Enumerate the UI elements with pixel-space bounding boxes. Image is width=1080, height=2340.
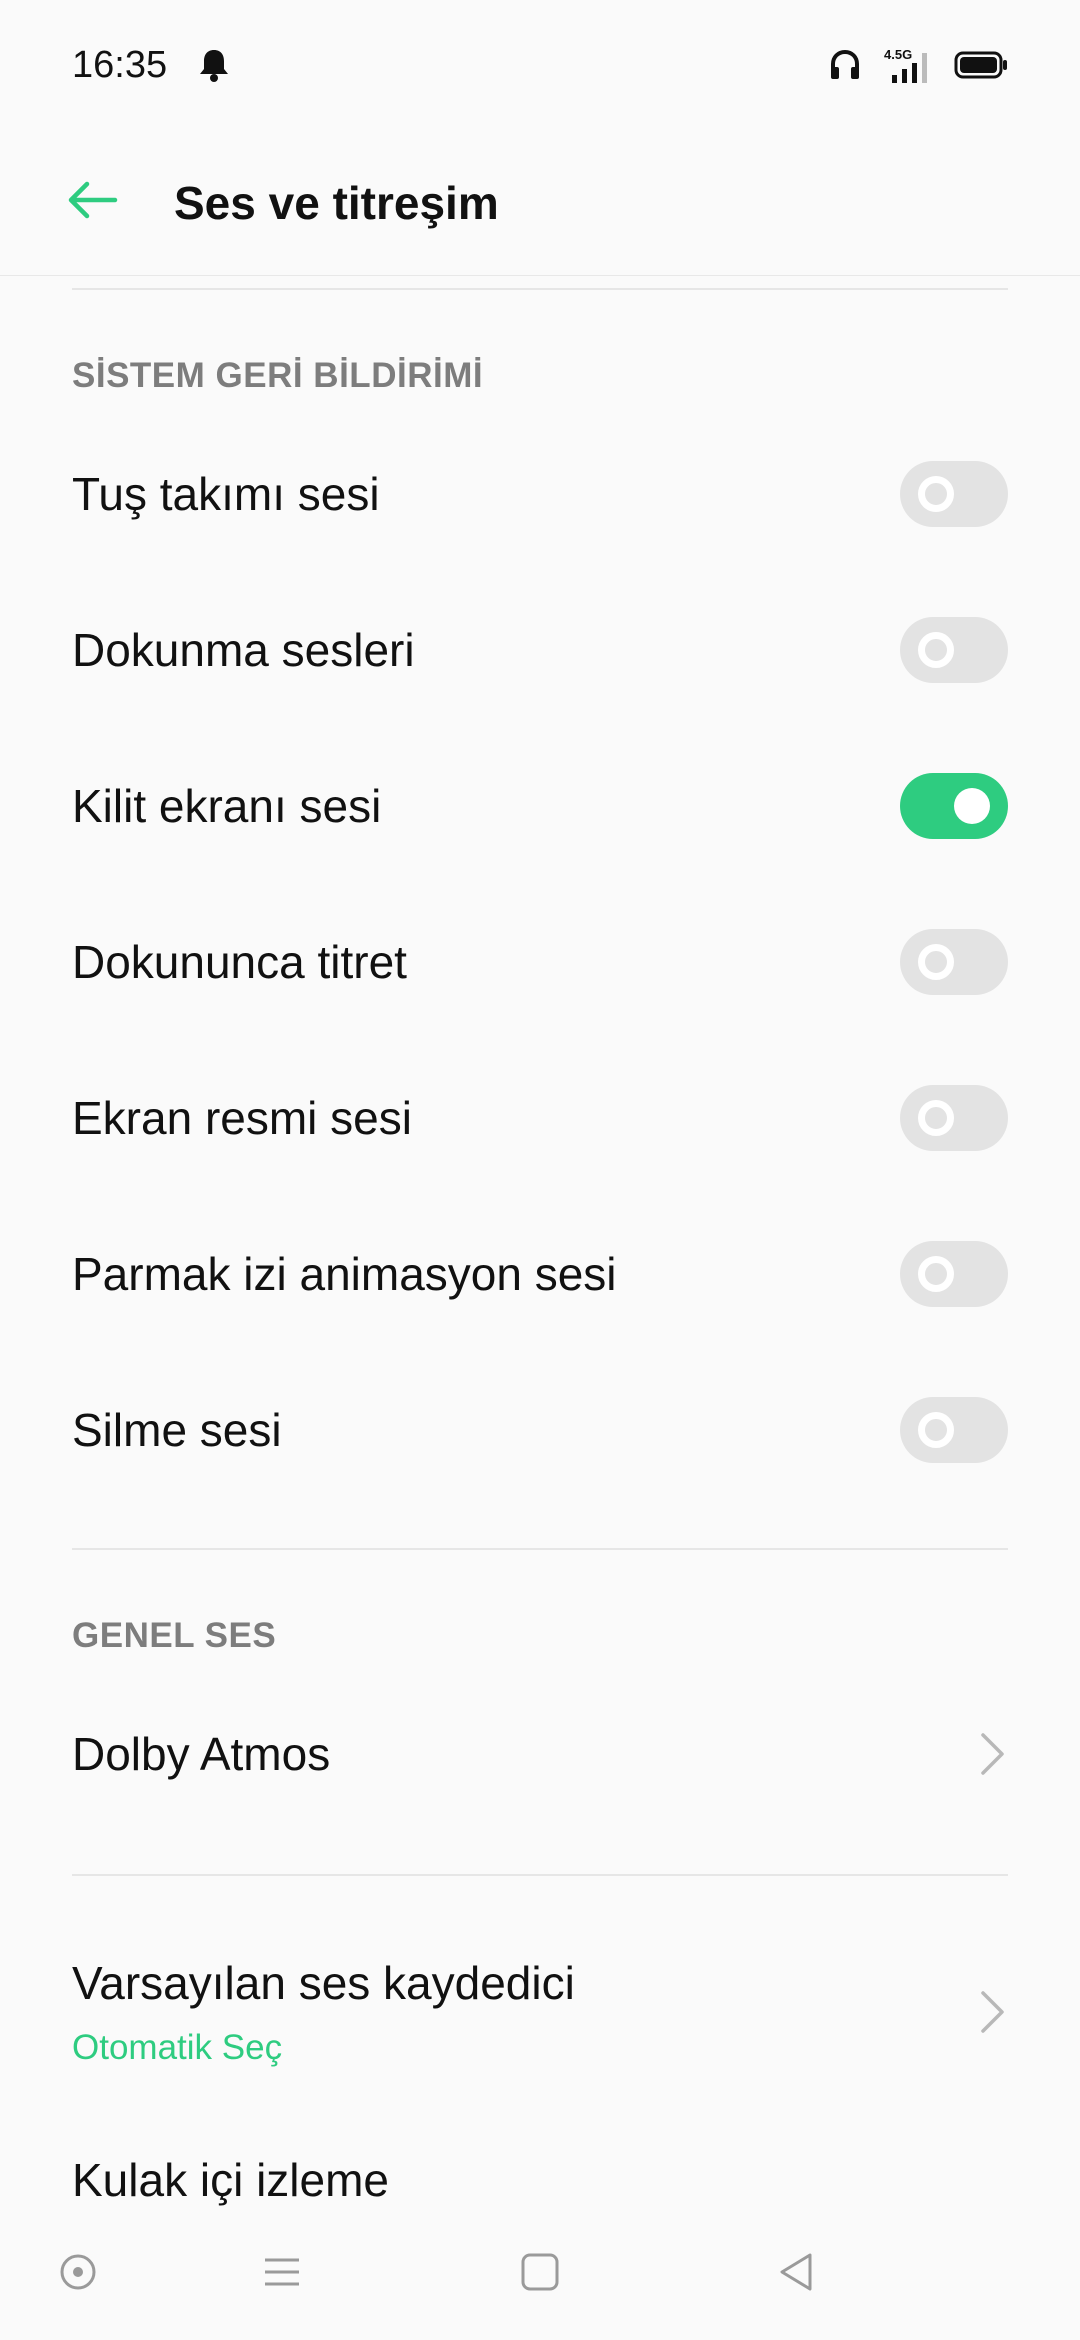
menu-icon [262,2252,302,2297]
chevron-right-icon [978,1731,1008,1777]
setting-row-vibrate-on-touch[interactable]: Dokununca titret [0,884,1080,1040]
network-type-label: 4.5G [884,47,912,62]
setting-row-dolby-atmos[interactable]: Dolby Atmos [0,1676,1080,1832]
setting-row-lock-screen-sound[interactable]: Kilit ekranı sesi [0,728,1080,884]
section-header-system-feedback: SİSTEM GERİ BİLDİRİMİ [72,356,484,395]
lock-screen-sound-toggle[interactable] [900,773,1008,839]
battery-icon [954,50,1008,80]
app-bar: Ses ve titreşim [0,130,1080,276]
status-right: 4.5G [828,45,1008,85]
assistant-icon [58,2252,98,2297]
setting-label: Kulak içi izleme [72,2154,389,2206]
chevron-right-icon [978,1989,1008,2035]
setting-row-fingerprint-animation-sound[interactable]: Parmak izi animasyon sesi [0,1196,1080,1352]
setting-row-keypad-sound[interactable]: Tuş takımı sesi [0,416,1080,572]
setting-label: Silme sesi [72,1404,282,1456]
setting-label: Dokunma sesleri [72,624,415,676]
assistant-button[interactable] [52,2248,104,2300]
screenshot-sound-toggle[interactable] [900,1085,1008,1151]
home-icon [520,2252,560,2297]
status-bar: 16:35 4.5G [0,0,1080,130]
setting-label: Kilit ekranı sesi [72,780,382,832]
toggle-knob [918,944,954,980]
toggle-knob [954,788,990,824]
setting-row-screenshot-sound[interactable]: Ekran resmi sesi [0,1040,1080,1196]
fingerprint-animation-sound-toggle[interactable] [900,1241,1008,1307]
bell-icon [197,47,231,83]
nav-back-button[interactable] [770,2248,822,2300]
menu-button[interactable] [256,2248,308,2300]
setting-label: Varsayılan ses kaydedici [72,1957,575,2009]
settings-list[interactable]: SİSTEM GERİ BİLDİRİMİ Tuş takımı sesi Do… [0,276,1080,2208]
divider [72,288,1008,290]
toggle-knob [918,1256,954,1292]
divider [72,1548,1008,1550]
touch-sounds-toggle[interactable] [900,617,1008,683]
setting-row-in-ear-monitoring[interactable]: Kulak içi izleme [0,2102,1080,2208]
setting-row-touch-sounds[interactable]: Dokunma sesleri [0,572,1080,728]
vibrate-on-touch-toggle[interactable] [900,929,1008,995]
setting-label: Dolby Atmos [72,1728,331,1780]
keypad-sound-toggle[interactable] [900,461,1008,527]
section-header-general-sound: GENEL SES [72,1616,277,1655]
setting-label: Ekran resmi sesi [72,1092,412,1144]
toggle-knob [918,632,954,668]
back-button[interactable] [62,173,122,233]
arrow-left-icon [65,180,119,225]
divider [72,1874,1008,1876]
back-icon [776,2252,816,2297]
headset-icon [828,48,862,82]
setting-row-delete-sound[interactable]: Silme sesi [0,1352,1080,1508]
toggle-knob [918,1100,954,1136]
setting-label: Dokununca titret [72,936,407,988]
toggle-knob [918,476,954,512]
signal-icon: 4.5G [880,45,936,85]
delete-sound-toggle[interactable] [900,1397,1008,1463]
toggle-knob [918,1412,954,1448]
navigation-bar [0,2208,1080,2340]
setting-value: Otomatik Seç [72,2028,283,2067]
setting-row-default-recorder[interactable]: Varsayılan ses kaydedici Otomatik Seç [0,1912,1080,2112]
home-button[interactable] [514,2248,566,2300]
status-left: 16:35 [72,44,231,87]
page-title: Ses ve titreşim [174,176,499,229]
setting-label: Parmak izi animasyon sesi [72,1248,617,1300]
setting-label: Tuş takımı sesi [72,468,380,520]
setting-texts: Varsayılan ses kaydedici Otomatik Seç [72,1956,575,2068]
status-time: 16:35 [72,43,168,86]
